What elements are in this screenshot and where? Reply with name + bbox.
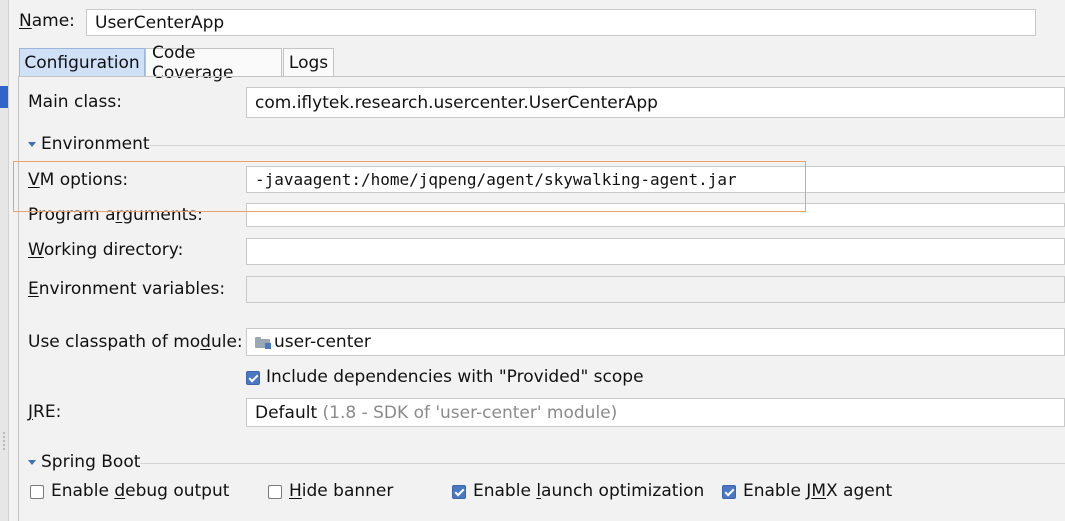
launch-optimization-label[interactable]: Enable launch optimization xyxy=(473,481,704,501)
working-directory-input[interactable] xyxy=(246,238,1065,265)
splitter-handle[interactable] xyxy=(3,432,5,450)
tab-configuration[interactable]: Configuration xyxy=(19,48,145,76)
name-label: Name: xyxy=(19,11,75,31)
tab-code-coverage[interactable]: Code Coverage xyxy=(145,43,282,83)
collapse-triangle-icon xyxy=(28,459,36,465)
include-provided-checkbox[interactable] xyxy=(246,371,260,385)
main-class-label: Main class: xyxy=(28,92,122,112)
section-divider xyxy=(140,463,1065,464)
classpath-module-label: Use classpath of module: xyxy=(28,332,243,352)
debug-output-label[interactable]: Enable debug output xyxy=(51,481,229,501)
sidebar-strip xyxy=(0,0,9,521)
hide-banner-label[interactable]: Hide banner xyxy=(289,481,393,501)
tab-logs[interactable]: Logs xyxy=(283,48,334,76)
environment-section-title: Environment xyxy=(41,134,150,154)
section-divider xyxy=(146,145,1065,146)
working-directory-label: Working directory: xyxy=(28,240,184,260)
name-input[interactable]: UserCenterApp xyxy=(86,9,1036,36)
jmx-agent-label[interactable]: Enable JMX agent xyxy=(743,481,892,501)
sidebar-selection-marker xyxy=(0,86,8,108)
launch-optimization-checkbox[interactable] xyxy=(452,485,466,499)
main-class-input[interactable]: com.iflytek.research.usercenter.UserCent… xyxy=(246,87,1065,118)
jre-label: JRE: xyxy=(28,402,62,422)
module-folder-icon xyxy=(255,336,271,349)
jmx-agent-checkbox[interactable] xyxy=(722,485,736,499)
jre-select[interactable]: Default (1.8 - SDK of 'user-center' modu… xyxy=(246,398,1065,427)
hide-banner-checkbox[interactable] xyxy=(268,485,282,499)
collapse-triangle-icon xyxy=(28,141,36,147)
environment-variables-input[interactable] xyxy=(246,276,1065,303)
debug-output-checkbox[interactable] xyxy=(30,485,44,499)
include-provided-label[interactable]: Include dependencies with "Provided" sco… xyxy=(266,367,644,387)
spring-boot-section-header[interactable]: Spring Boot xyxy=(28,452,140,472)
environment-variables-label: Environment variables: xyxy=(28,279,226,299)
environment-section-header[interactable]: Environment xyxy=(28,134,150,154)
vm-options-highlight-box xyxy=(13,161,806,212)
spring-boot-section-title: Spring Boot xyxy=(41,452,141,472)
classpath-module-select[interactable]: user-center xyxy=(246,328,1065,356)
